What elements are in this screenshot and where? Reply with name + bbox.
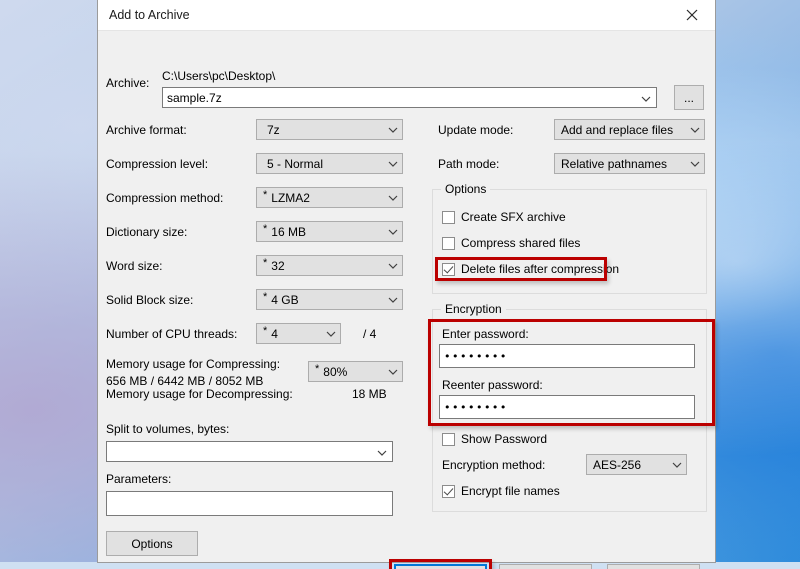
compress-shared-files-checkbox[interactable]: Compress shared files	[442, 236, 580, 250]
path-mode-label: Path mode:	[438, 157, 500, 171]
options-group-title: Options	[441, 182, 491, 196]
path-mode-value: Relative pathnames	[561, 156, 668, 171]
chevron-down-icon	[384, 365, 402, 379]
memory-percent-value: 80%	[323, 364, 348, 379]
browse-button[interactable]: ...	[674, 85, 704, 110]
cancel-button[interactable]: Cancel	[499, 564, 592, 569]
word-size-star: *	[263, 257, 268, 269]
dictionary-size-star: *	[263, 223, 268, 235]
chevron-down-icon	[668, 458, 686, 472]
encrypt-file-names-checkbox[interactable]: Encrypt file names	[442, 484, 560, 498]
compress-shared-files-label: Compress shared files	[461, 236, 581, 250]
cpu-threads-combo[interactable]: * 4	[256, 323, 341, 344]
memory-compress-value: 656 MB / 6442 MB / 8052 MB	[106, 374, 264, 388]
dictionary-size-label: Dictionary size:	[106, 225, 188, 239]
split-volumes-label: Split to volumes, bytes:	[106, 422, 230, 436]
cpu-threads-label: Number of CPU threads:	[106, 327, 238, 341]
chevron-down-icon	[384, 225, 402, 239]
cpu-threads-star: *	[263, 325, 268, 337]
dictionary-size-value: 16 MB	[271, 224, 306, 239]
compression-level-label: Compression level:	[106, 157, 209, 171]
memory-decompress-value: 18 MB	[352, 387, 387, 401]
encryption-method-label: Encryption method:	[442, 458, 546, 472]
chevron-down-icon	[384, 259, 402, 273]
options-button[interactable]: Options	[106, 531, 198, 556]
browse-button-label: ...	[683, 90, 694, 105]
close-icon[interactable]	[669, 0, 715, 29]
parameters-label: Parameters:	[106, 472, 172, 486]
cpu-threads-value: 4	[271, 326, 278, 341]
compression-level-value: 5 - Normal	[267, 156, 324, 171]
chevron-down-icon	[636, 91, 656, 105]
window-title: Add to Archive	[109, 8, 190, 22]
show-password-label: Show Password	[461, 432, 548, 446]
create-sfx-archive-label: Create SFX archive	[461, 210, 566, 224]
archive-name-combo[interactable]: sample.7z	[162, 87, 657, 108]
enter-password-label: Enter password:	[442, 327, 529, 341]
compression-method-value: LZMA2	[271, 190, 310, 205]
checkbox-box	[442, 236, 455, 250]
chevron-down-icon	[384, 293, 402, 307]
reenter-password-input[interactable]: ••••••••	[439, 395, 695, 419]
ok-button[interactable]: OK	[394, 564, 487, 569]
memory-decompress-label: Memory usage for Decompressing:	[106, 387, 293, 401]
dictionary-size-combo[interactable]: * 16 MB	[256, 221, 403, 242]
chevron-down-icon	[372, 445, 392, 459]
checkbox-box	[442, 484, 455, 498]
create-sfx-archive-checkbox[interactable]: Create SFX archive	[442, 210, 566, 224]
word-size-combo[interactable]: * 32	[256, 255, 403, 276]
enter-password-input[interactable]: ••••••••	[439, 344, 695, 368]
update-mode-value: Add and replace files	[561, 122, 674, 137]
chevron-down-icon	[384, 157, 402, 171]
chevron-down-icon	[384, 123, 402, 137]
memory-compress-label: Memory usage for Compressing:	[106, 357, 281, 371]
checkbox-box	[442, 432, 455, 446]
archive-format-combo[interactable]: 7z	[256, 119, 403, 140]
help-button[interactable]: Help	[607, 564, 700, 569]
parameters-input[interactable]	[106, 491, 393, 516]
title-bar: Add to Archive	[98, 0, 715, 31]
solid-block-size-combo[interactable]: * 4 GB	[256, 289, 403, 310]
compression-level-combo[interactable]: 5 - Normal	[256, 153, 403, 174]
checkbox-box	[442, 262, 455, 276]
solid-block-size-star: *	[263, 291, 268, 303]
memory-percent-star: *	[315, 363, 320, 375]
split-volumes-combo[interactable]	[106, 441, 393, 462]
encrypt-file-names-label: Encrypt file names	[461, 484, 560, 498]
word-size-label: Word size:	[106, 259, 163, 273]
compression-method-combo[interactable]: * LZMA2	[256, 187, 403, 208]
reenter-password-value: ••••••••	[444, 400, 508, 414]
chevron-down-icon	[322, 327, 340, 341]
archive-format-value: 7z	[267, 122, 280, 137]
encryption-method-combo[interactable]: AES-256	[586, 454, 687, 475]
compression-method-label: Compression method:	[106, 191, 224, 205]
cpu-threads-total: / 4	[363, 327, 377, 341]
desktop-background: Add to Archive Archive: C:\Users\pc\Desk…	[0, 0, 800, 569]
encryption-group-title: Encryption	[441, 302, 506, 316]
chevron-down-icon	[686, 157, 704, 171]
chevron-down-icon	[384, 191, 402, 205]
memory-percent-combo[interactable]: * 80%	[308, 361, 403, 382]
delete-files-after-compression-checkbox[interactable]: Delete files after compression	[442, 262, 619, 276]
solid-block-size-value: 4 GB	[271, 292, 299, 307]
delete-files-after-compression-label: Delete files after compression	[461, 262, 620, 276]
enter-password-value: ••••••••	[444, 349, 508, 363]
encryption-method-value: AES-256	[593, 457, 642, 472]
chevron-down-icon	[686, 123, 704, 137]
compression-method-star: *	[263, 189, 268, 201]
update-mode-combo[interactable]: Add and replace files	[554, 119, 705, 140]
show-password-checkbox[interactable]: Show Password	[442, 432, 547, 446]
solid-block-size-label: Solid Block size:	[106, 293, 194, 307]
archive-format-label: Archive format:	[106, 123, 187, 137]
archive-name-value: sample.7z	[167, 90, 222, 105]
options-button-label: Options	[131, 536, 173, 551]
update-mode-label: Update mode:	[438, 123, 514, 137]
path-mode-combo[interactable]: Relative pathnames	[554, 153, 705, 174]
reenter-password-label: Reenter password:	[442, 378, 543, 392]
checkbox-box	[442, 210, 455, 224]
add-to-archive-dialog: Add to Archive Archive: C:\Users\pc\Desk…	[97, 0, 716, 569]
archive-label: Archive:	[106, 76, 150, 90]
word-size-value: 32	[271, 258, 285, 273]
archive-path: C:\Users\pc\Desktop\	[162, 69, 276, 83]
